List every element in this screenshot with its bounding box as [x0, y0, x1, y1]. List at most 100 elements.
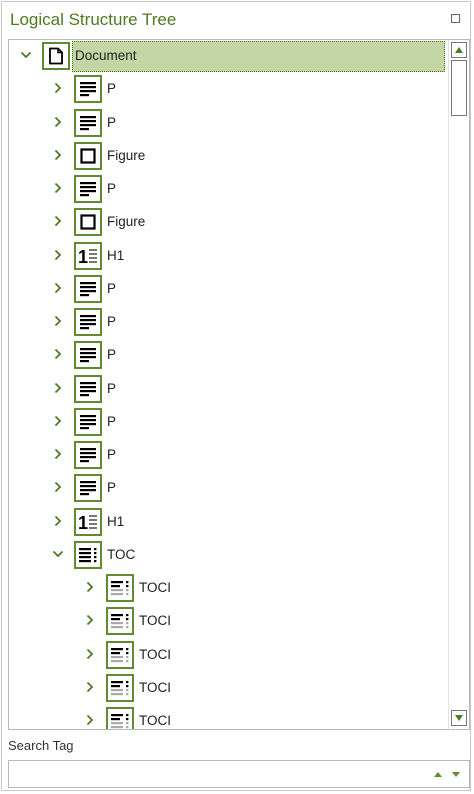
toci-icon	[106, 574, 134, 602]
document-icon	[42, 42, 70, 70]
tree-node-label: Figure	[107, 147, 146, 163]
triangle-up-icon	[434, 771, 442, 777]
scroll-down-button[interactable]	[451, 710, 467, 726]
tree-node-p[interactable]: P	[9, 73, 445, 106]
expand-chevron-icon[interactable]	[83, 647, 97, 661]
search-tag-box	[8, 760, 470, 788]
expand-chevron-icon[interactable]	[51, 181, 65, 195]
tree-node-label: P	[107, 447, 117, 462]
tree-node-h1[interactable]: 1 H1	[9, 506, 445, 539]
collapse-chevron-icon[interactable]	[19, 48, 33, 62]
tree-node-label: P	[107, 347, 117, 363]
expand-chevron-icon[interactable]	[51, 281, 65, 295]
expand-chevron-icon[interactable]	[51, 514, 65, 528]
expand-chevron-icon[interactable]	[51, 447, 65, 461]
tree-node-toci[interactable]: TOCI	[9, 605, 445, 638]
tree-node-p[interactable]: P	[9, 373, 445, 406]
tree-node-toci[interactable]: TOCI	[9, 705, 445, 729]
tree-node-label: P	[107, 114, 117, 130]
search-previous-button[interactable]	[433, 769, 443, 779]
tree-node-label: H1	[107, 513, 125, 529]
collapse-chevron-icon[interactable]	[51, 547, 65, 561]
expand-chevron-icon[interactable]	[51, 480, 65, 494]
toci-icon	[106, 607, 134, 636]
svg-text:1: 1	[78, 513, 88, 531]
search-tag-label: Search Tag	[8, 738, 74, 753]
expand-chevron-icon[interactable]	[51, 81, 65, 95]
paragraph-icon	[74, 308, 102, 336]
expand-chevron-icon[interactable]	[51, 347, 65, 361]
tree-node-p[interactable]: P	[9, 472, 445, 505]
tree-view[interactable]: Document P P Figure P Figure 1 H1 P P P P P P P 1 H1 TOC T…	[8, 39, 470, 730]
heading-icon: 1	[74, 241, 102, 270]
toc-icon	[74, 540, 102, 569]
tree-node-toci[interactable]: TOCI	[9, 672, 445, 705]
tree-node-figure[interactable]: Figure	[9, 206, 445, 239]
maximize-icon[interactable]	[451, 14, 460, 23]
tree-node-label: P	[107, 480, 117, 496]
tree-node-label: P	[107, 380, 117, 396]
tree-node-label: TOCI	[139, 679, 172, 695]
expand-chevron-icon[interactable]	[83, 613, 97, 627]
search-tag-input[interactable]	[11, 763, 425, 787]
expand-chevron-icon[interactable]	[51, 115, 65, 129]
scroll-up-button[interactable]	[451, 42, 467, 58]
expand-chevron-icon[interactable]	[51, 314, 65, 328]
tree-node-p[interactable]: P	[9, 306, 445, 339]
heading-icon: 1	[74, 507, 102, 536]
tree-node-label: TOCI	[139, 613, 172, 629]
scrollbar-thumb[interactable]	[451, 60, 467, 116]
paragraph-icon	[74, 274, 102, 303]
tree-node-label: Figure	[107, 214, 146, 230]
tree-rows: Document P P Figure P Figure 1 H1 P P P P P P P 1 H1 TOC T…	[9, 40, 445, 729]
tree-node-figure[interactable]: Figure	[9, 140, 445, 173]
toci-icon	[106, 707, 134, 729]
tree-node-label: TOC	[107, 546, 136, 562]
expand-chevron-icon[interactable]	[83, 580, 97, 594]
expand-chevron-icon[interactable]	[51, 381, 65, 395]
toci-icon	[106, 673, 134, 702]
paragraph-icon	[74, 108, 102, 137]
paragraph-icon	[74, 374, 102, 403]
tree-node-p[interactable]: P	[9, 339, 445, 372]
tree-node-p[interactable]: P	[9, 439, 445, 472]
expand-chevron-icon[interactable]	[51, 214, 65, 228]
structure-tree-panel: Logical Structure Tree Document P P Figure P…	[1, 1, 471, 791]
tree-node-toc[interactable]: TOC	[9, 539, 445, 572]
tree-node-label: Document	[75, 48, 137, 63]
expand-chevron-icon[interactable]	[51, 248, 65, 262]
scroll-up-arrow-icon	[455, 47, 463, 53]
expand-chevron-icon[interactable]	[83, 713, 97, 727]
tree-node-toci[interactable]: TOCI	[9, 572, 445, 605]
paragraph-icon	[74, 75, 102, 104]
tree-node-label: P	[107, 314, 117, 329]
tree-node-p[interactable]: P	[9, 173, 445, 206]
paragraph-icon	[74, 341, 102, 370]
tree-node-label: TOCI	[139, 646, 172, 662]
paragraph-icon	[74, 474, 102, 503]
tree-node-p[interactable]: P	[9, 406, 445, 439]
triangle-down-icon	[452, 771, 460, 777]
tree-node-toci[interactable]: TOCI	[9, 639, 445, 672]
tree-node-label: P	[107, 280, 117, 296]
paragraph-icon	[74, 407, 102, 436]
figure-icon	[74, 141, 102, 170]
figure-icon	[74, 208, 102, 237]
search-next-button[interactable]	[451, 769, 461, 779]
expand-chevron-icon[interactable]	[51, 414, 65, 428]
vertical-scrollbar[interactable]	[448, 40, 469, 729]
tree-node-label: P	[107, 81, 117, 97]
tree-node-p[interactable]: P	[9, 273, 445, 306]
tree-node-p[interactable]: P	[9, 107, 445, 140]
expand-chevron-icon[interactable]	[83, 680, 97, 694]
panel-title: Logical Structure Tree	[10, 10, 177, 29]
tree-node-label: TOCI	[139, 713, 172, 728]
toci-icon	[106, 640, 134, 669]
paragraph-icon	[74, 175, 102, 203]
tree-node-document[interactable]: Document	[9, 40, 445, 73]
scroll-down-arrow-icon	[455, 715, 463, 721]
expand-chevron-icon[interactable]	[51, 148, 65, 162]
tree-node-h1[interactable]: 1 H1	[9, 240, 445, 273]
paragraph-icon	[74, 441, 102, 469]
tree-node-label: P	[107, 413, 117, 429]
